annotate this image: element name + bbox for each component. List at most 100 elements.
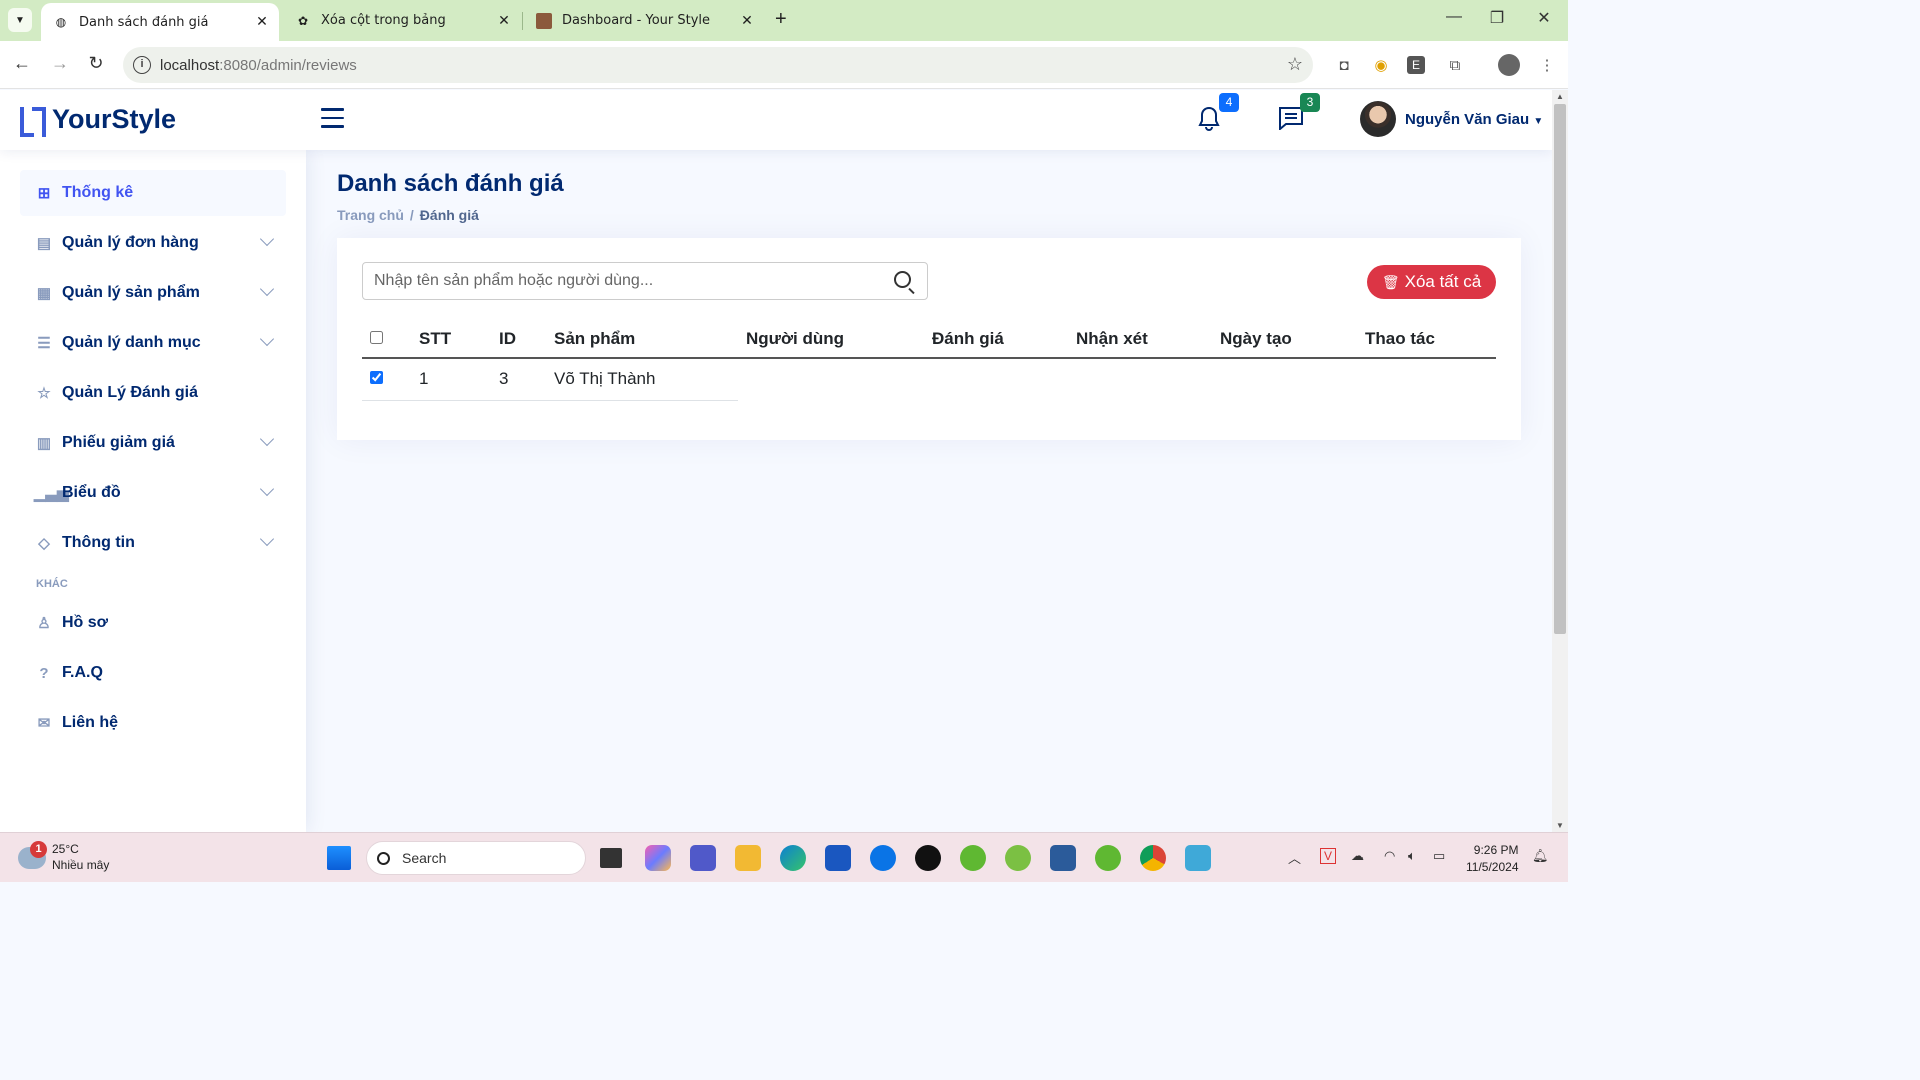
teams-icon[interactable] [690, 845, 716, 871]
wifi-icon[interactable]: ◠ [1384, 848, 1395, 864]
notepad-icon[interactable] [1185, 845, 1211, 871]
sidebar-item-dashboard[interactable]: ⊞ Thống kê [20, 170, 286, 216]
column-header-actions: Thao tác [1357, 320, 1496, 359]
scrollbar-thumb[interactable] [1554, 104, 1566, 634]
page-scrollbar[interactable]: ▲ ▼ [1552, 90, 1568, 832]
browser-tab-chatgpt[interactable]: ✿ Xóa cột trong bảng ✕ [283, 0, 521, 41]
list-icon: ☰ [37, 335, 51, 352]
spring-suite-icon[interactable] [1095, 845, 1121, 871]
tab-title: Danh sách đánh giá [79, 14, 209, 30]
close-tab-icon[interactable]: ✕ [495, 13, 513, 29]
volume-icon[interactable]: 🔈︎ [1408, 848, 1416, 864]
sql-icon[interactable] [1050, 845, 1076, 871]
chrome-icon[interactable] [1140, 845, 1166, 871]
search-box [362, 262, 928, 300]
browser-tab-reviews[interactable]: ◍ Danh sách đánh giá ✕ [41, 3, 279, 41]
voucher-icon: ▥ [36, 435, 52, 452]
spring-icon[interactable] [960, 845, 986, 871]
copilot-icon[interactable] [645, 845, 671, 871]
cell-stt: 1 [411, 358, 491, 401]
site-info-icon[interactable]: i [133, 56, 151, 74]
kebab-menu-icon[interactable]: ⋮ [1536, 54, 1558, 76]
task-view-icon[interactable] [600, 848, 622, 868]
back-icon[interactable]: ← [10, 53, 34, 74]
restore-button[interactable]: ❐ [1477, 8, 1517, 28]
sidebar-item-orders[interactable]: ▤ Quản lý đơn hàng [20, 220, 286, 266]
select-all-checkbox[interactable] [370, 330, 383, 344]
address-bar[interactable]: i localhost:8080/admin/reviews ☆ [123, 47, 1313, 83]
scroll-down-icon[interactable]: ▼ [1556, 821, 1564, 830]
sidebar-item-info[interactable]: ◇ Thông tin [20, 520, 286, 566]
close-window-button[interactable]: ✕ [1524, 8, 1564, 28]
search-icon [377, 851, 390, 865]
sidebar-item-faq[interactable]: ? F.A.Q [20, 650, 286, 696]
cell-comment [1068, 358, 1212, 400]
sidebar-item-label: Quản lý danh mục [62, 334, 201, 351]
breadcrumb-home[interactable]: Trang chủ [337, 207, 404, 223]
onedrive-icon[interactable]: ☁ [1351, 848, 1364, 864]
messages-button[interactable]: 3 [1278, 93, 1320, 134]
chevron-down-icon [259, 231, 275, 247]
tiktok-icon[interactable] [915, 845, 941, 871]
sidebar-item-charts[interactable]: ▁▃▅ Biểu đồ [20, 470, 286, 516]
new-tab-button[interactable]: + [775, 8, 787, 31]
profile-avatar-icon[interactable] [1498, 54, 1520, 76]
zalo-icon[interactable] [870, 845, 896, 871]
sidebar-item-categories[interactable]: ☰ Quản lý danh mục [20, 320, 286, 366]
row-checkbox[interactable] [370, 371, 383, 385]
user-menu[interactable]: Nguyễn Văn Giau ▼ [1405, 111, 1543, 128]
bell-icon [1198, 106, 1220, 131]
browser-tab-strip: ▼ ◍ Danh sách đánh giá ✕ ✿ Xóa cột trong… [0, 0, 1568, 41]
browser-tab-dashboard[interactable]: Dashboard - Your Style ✕ [524, 0, 764, 41]
camera-icon[interactable]: ◘ [1333, 54, 1355, 76]
server-icon: ▤ [36, 235, 52, 252]
sidebar-item-reviews[interactable]: ☆ Quản Lý Đánh giá [20, 370, 286, 416]
forward-icon[interactable]: → [48, 53, 72, 74]
windows-start-icon[interactable] [327, 846, 351, 870]
bar-chart-icon: ▁▃▅ [34, 485, 69, 502]
column-header-user: Người dùng [738, 320, 924, 359]
table-header-row: STT ID Sản phẩm Người dùng Đánh giá Nhận… [362, 320, 1496, 359]
hamburger-menu-icon[interactable] [321, 108, 344, 128]
clock-date: 11/5/2024 [1466, 860, 1519, 874]
sidebar-item-label: Biểu đồ [62, 484, 121, 501]
bookmark-star-icon[interactable]: ☆ [1287, 54, 1303, 75]
search-icon[interactable] [894, 271, 911, 288]
edge-icon[interactable] [780, 845, 806, 871]
clock[interactable]: 9:26 PM 11/5/2024 [1466, 842, 1519, 876]
delete-all-label: Xóa tất cả [1404, 272, 1482, 291]
spring-tools-icon[interactable] [1005, 845, 1031, 871]
close-tab-icon[interactable]: ✕ [738, 13, 756, 29]
sidebar-item-vouchers[interactable]: ▥ Phiếu giảm giá [20, 420, 286, 466]
file-explorer-icon[interactable] [735, 845, 761, 871]
avatar[interactable] [1360, 101, 1396, 137]
close-tab-icon[interactable]: ✕ [253, 14, 271, 30]
tab-search-button[interactable]: ▼ [8, 8, 32, 32]
delete-all-button[interactable]: 🗑 Xóa tất cả [1367, 265, 1496, 299]
extension-icon[interactable]: ◉ [1370, 54, 1392, 76]
logo[interactable]: YourStyle [20, 104, 176, 137]
taskbar-search[interactable]: Search [366, 841, 586, 875]
notifications-button[interactable]: 4 [1197, 93, 1239, 134]
minimize-button[interactable]: — [1434, 8, 1474, 26]
tray-chevron-up-icon[interactable]: ︿ [1288, 848, 1301, 867]
sidebar-item-label: Phiếu giảm giá [62, 434, 175, 451]
sidebar-item-contact[interactable]: ✉ Liên hệ [20, 700, 286, 746]
extension-e-icon[interactable]: E [1407, 56, 1425, 74]
row-select-cell [362, 358, 411, 401]
select-all-header [362, 320, 411, 359]
puzzle-icon[interactable]: ⧉ [1444, 54, 1466, 76]
weather-widget[interactable]: 1 25°C Nhiều mây [18, 841, 109, 873]
sidebar-item-profile[interactable]: ♙ Hồ sơ [20, 600, 286, 646]
search-input[interactable] [363, 263, 883, 299]
reviews-table: STT ID Sản phẩm Người dùng Đánh giá Nhận… [362, 320, 1496, 401]
cloud-icon: 1 [18, 841, 47, 869]
store-icon[interactable] [825, 845, 851, 871]
reload-icon[interactable]: ↻ [84, 53, 108, 74]
vietkey-icon[interactable]: V [1320, 848, 1337, 864]
sidebar-item-products[interactable]: ▦ Quản lý sản phẩm [20, 270, 286, 316]
column-header-created: Ngày tạo [1212, 320, 1357, 359]
scroll-up-icon[interactable]: ▲ [1556, 92, 1564, 101]
notification-bell-icon[interactable]: 🔔︎ [1532, 848, 1549, 864]
battery-icon[interactable]: ▭ [1433, 848, 1445, 864]
